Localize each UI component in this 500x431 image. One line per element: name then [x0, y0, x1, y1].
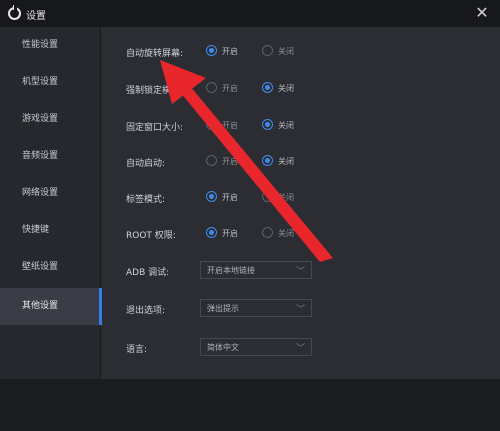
sidebar-item-wallpaper[interactable]: 壁纸设置 [0, 249, 101, 286]
sidebar-item-other[interactable]: 其他设置 [0, 288, 102, 325]
adb-select[interactable]: 开启本地链接 ﹀ [200, 261, 312, 279]
exit-option-label: 退出选项: [126, 306, 166, 316]
exit-option-select[interactable]: 弹出提示 ﹀ [200, 299, 312, 317]
auto-start-label: 自动启动: [126, 159, 166, 169]
language-label: 语言: [126, 345, 148, 355]
exit-option-select-value: 弹出提示 [207, 304, 239, 313]
sidebar-item-audio[interactable]: 音频设置 [0, 138, 101, 175]
setting-root: ROOT 权限: 开启 关闭 [126, 224, 486, 244]
radio-label: 关闭 [278, 193, 294, 202]
sidebar-item-network[interactable]: 网络设置 [0, 175, 101, 212]
setting-exit-option: 退出选项: 弹出提示 ﹀ [126, 299, 486, 319]
settings-panel: 自动旋转屏幕: 开启 关闭 强制锁定横屏: 开启 关闭 固定窗口大小: 开启 关… [102, 27, 500, 379]
radio-label: 开启 [222, 157, 238, 166]
auto-rotate-label: 自动旋转屏幕: [126, 49, 184, 59]
radio-unchecked-icon [206, 155, 217, 166]
radio-label: 开启 [222, 193, 238, 202]
radio-checked-icon [262, 119, 273, 130]
root-label: ROOT 权限: [126, 231, 176, 241]
setting-auto-start: 自动启动: 开启 关闭 [126, 152, 486, 172]
radio-unchecked-icon [206, 82, 217, 93]
radio-label: 关闭 [278, 121, 294, 130]
force-lock-label: 强制锁定横屏: [126, 86, 184, 96]
radio-label: 关闭 [278, 84, 294, 93]
close-button[interactable]: ✕ [470, 2, 494, 24]
radio-unchecked-icon [262, 45, 273, 56]
sidebar: 性能设置 机型设置 游戏设置 音频设置 网络设置 快捷键 壁纸设置 其他设置 [0, 27, 102, 379]
setting-force-lock: 强制锁定横屏: 开启 关闭 [126, 79, 486, 99]
setting-tab-mode: 标签模式: 开启 关闭 [126, 188, 486, 208]
radio-label: 关闭 [278, 47, 294, 56]
radio-checked-icon [262, 155, 273, 166]
sidebar-item-game[interactable]: 游戏设置 [0, 101, 101, 138]
radio-checked-icon [206, 227, 217, 238]
chevron-down-icon: ﹀ [295, 305, 305, 315]
sidebar-item-device[interactable]: 机型设置 [0, 64, 101, 101]
radio-unchecked-icon [262, 227, 273, 238]
setting-language: 语言: 简体中文 ﹀ [126, 338, 486, 358]
adb-label: ADB 调试: [126, 268, 170, 278]
power-icon [8, 5, 21, 20]
footer-bar [0, 379, 500, 431]
setting-adb: ADB 调试: 开启本地链接 ﹀ [126, 261, 486, 281]
radio-label: 开启 [222, 121, 238, 130]
language-select[interactable]: 简体中文 ﹀ [200, 338, 312, 356]
radio-checked-icon [262, 82, 273, 93]
sidebar-item-shortcuts[interactable]: 快捷键 [0, 212, 101, 249]
fixed-window-label: 固定窗口大小: [126, 123, 184, 133]
radio-label: 关闭 [278, 157, 294, 166]
chevron-down-icon: ﹀ [295, 267, 305, 277]
radio-label: 开启 [222, 229, 238, 238]
title-bar: 设置 ✕ [0, 0, 500, 27]
setting-fixed-window: 固定窗口大小: 开启 关闭 [126, 116, 486, 136]
sidebar-item-performance[interactable]: 性能设置 [0, 27, 101, 64]
radio-checked-icon [206, 191, 217, 202]
radio-unchecked-icon [262, 191, 273, 202]
radio-label: 开启 [222, 47, 238, 56]
chevron-down-icon: ﹀ [295, 344, 305, 354]
radio-checked-icon [206, 45, 217, 56]
window-title: 设置 [26, 11, 46, 22]
radio-unchecked-icon [206, 119, 217, 130]
radio-label: 关闭 [278, 229, 294, 238]
adb-select-value: 开启本地链接 [207, 266, 255, 275]
setting-auto-rotate: 自动旋转屏幕: 开启 关闭 [126, 42, 486, 62]
tab-mode-label: 标签模式: [126, 195, 166, 205]
radio-label: 开启 [222, 84, 238, 93]
language-select-value: 简体中文 [207, 343, 239, 352]
